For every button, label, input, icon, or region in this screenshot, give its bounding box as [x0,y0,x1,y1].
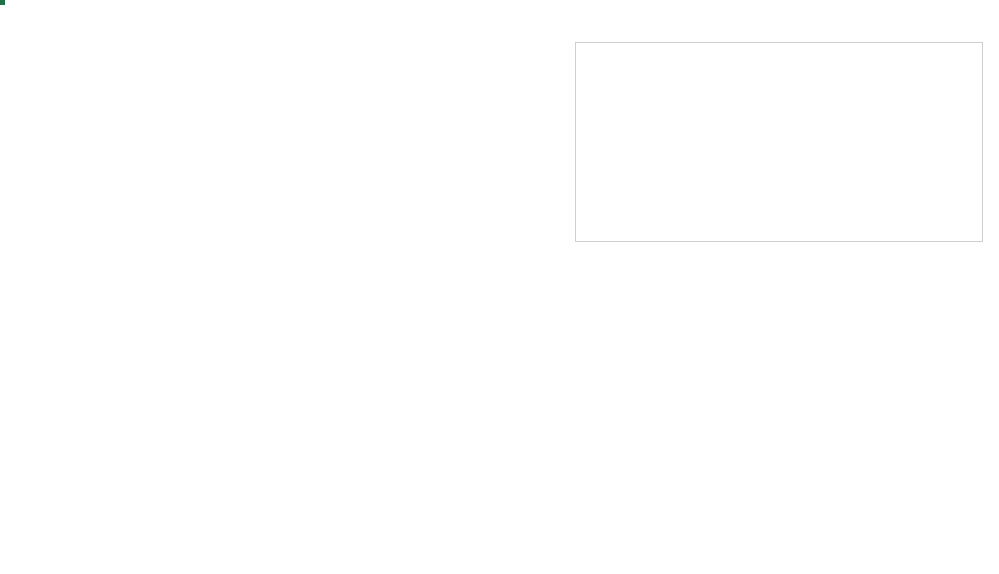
chart-title [576,43,982,47]
promo-text [160,320,840,359]
chart-plot-area [614,73,972,203]
chart-container[interactable] [575,42,983,242]
active-cell-outline [0,0,4,4]
fill-handle[interactable] [0,0,5,5]
